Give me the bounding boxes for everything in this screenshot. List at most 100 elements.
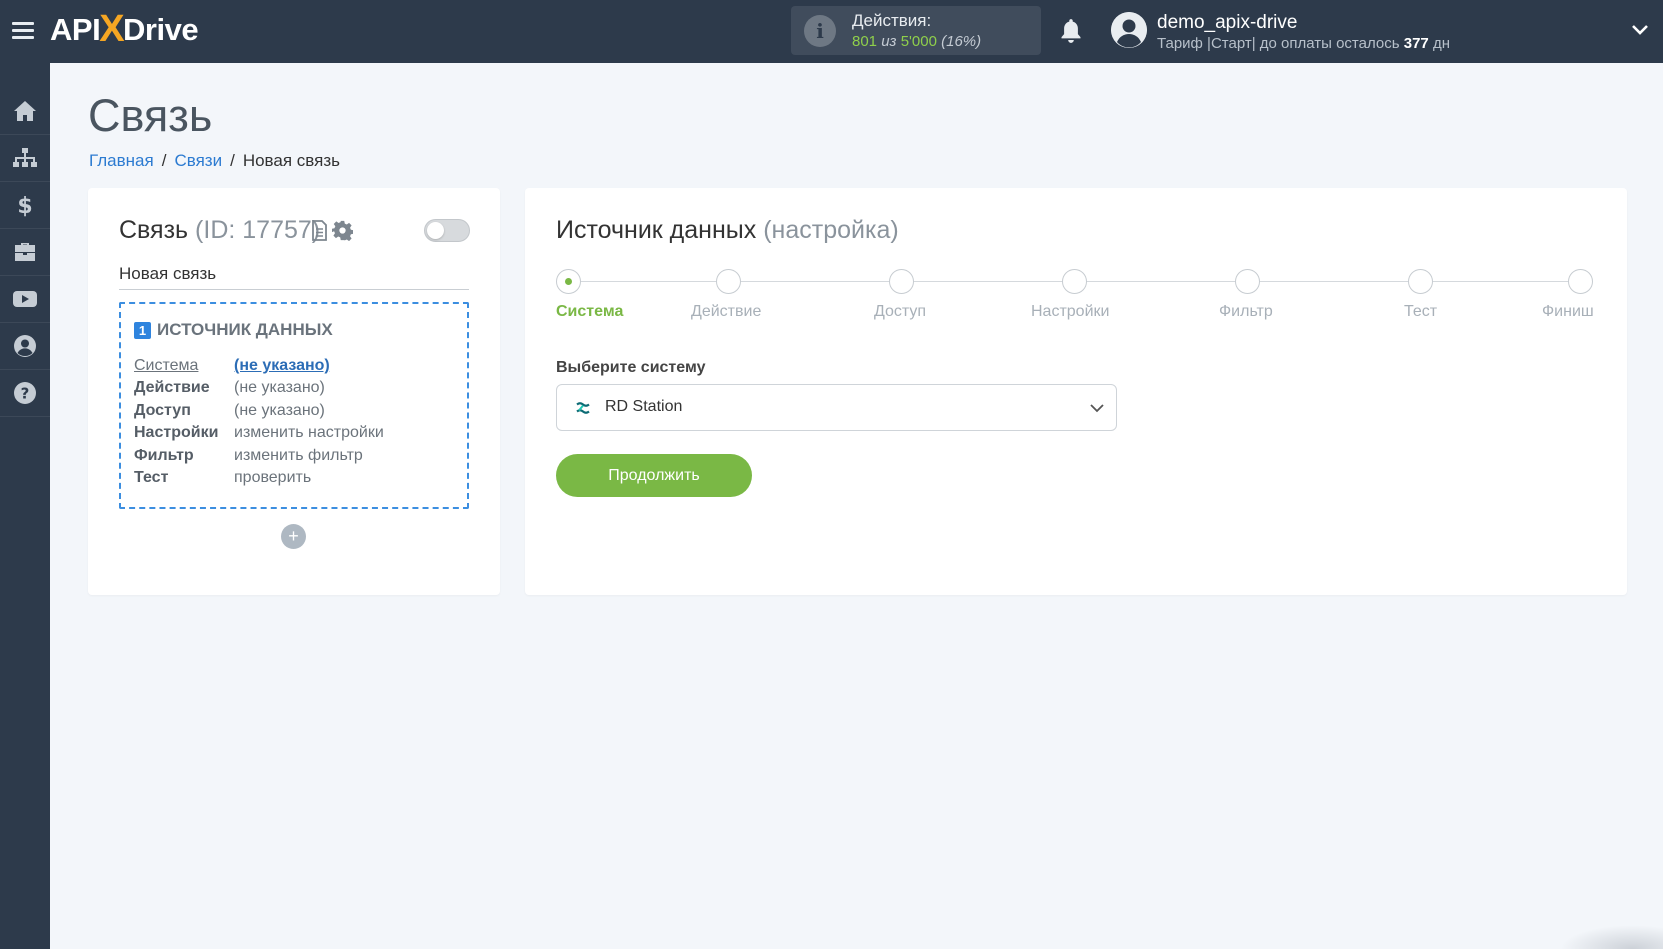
setup-stepper: Система Действие Доступ Настройки Фильтр… [556, 268, 1596, 328]
connection-id: (ID: 17757) [195, 216, 321, 244]
user-plan: Тариф |Старт| до оплаты осталось 377 дн [1157, 35, 1450, 52]
row-value: изменить настройки [234, 424, 384, 441]
sitemap-icon [13, 148, 37, 167]
step-label: Действие [691, 303, 762, 320]
step-dot [716, 269, 741, 294]
sidebar-item-connections[interactable] [0, 135, 50, 182]
source-setup-title-text: Источник данных [556, 216, 757, 244]
system-select[interactable]: RD Station [556, 384, 1117, 431]
sidebar-item-help[interactable]: ? [0, 370, 50, 417]
chevron-down-icon [1090, 404, 1104, 413]
row-value[interactable]: (не указано) [234, 357, 330, 375]
source-row-system: Система (не указано) [134, 357, 330, 375]
source-setup-subtitle: (настройка) [763, 216, 899, 244]
apixdrive-logo[interactable]: API X Drive [50, 7, 199, 50]
data-source-block[interactable]: 1 ИСТОЧНИК ДАННЫХ Система (не указано) Д… [119, 302, 469, 509]
hamburger-menu-icon[interactable] [12, 18, 36, 44]
logo-text-x: X [99, 7, 125, 50]
step-dot [556, 269, 581, 294]
sidebar-item-video[interactable] [0, 276, 50, 323]
page-title: Связь [88, 90, 213, 141]
home-icon [14, 101, 36, 121]
source-heading-text: ИСТОЧНИК ДАННЫХ [157, 320, 333, 339]
row-value: (не указано) [234, 379, 325, 396]
source-row-settings: Настройки изменить настройки [134, 424, 384, 442]
step-label: Тест [1404, 303, 1438, 320]
step-label: Финиш [1542, 303, 1594, 320]
chevron-down-icon[interactable] [1631, 23, 1649, 37]
step-label: Настройки [1031, 303, 1110, 320]
plan-suffix: дн [1432, 35, 1450, 52]
user-name[interactable]: demo_apix-drive [1157, 12, 1297, 34]
source-row-action: Действие (не указано) [134, 379, 325, 397]
actions-used: 801 [852, 33, 878, 50]
actions-counter[interactable]: i Действия: 801 из 5'000 (16%) [791, 6, 1041, 55]
actions-percent: (16%) [941, 33, 982, 50]
actions-limit: 5'000 [900, 33, 937, 50]
breadcrumb-home[interactable]: Главная [89, 151, 154, 171]
row-label: Фильтр [134, 447, 194, 464]
step-dot [1235, 269, 1260, 294]
actions-title: Действия: [852, 11, 932, 30]
sidebar-item-services[interactable] [0, 229, 50, 276]
plan-days: 377 [1403, 35, 1429, 52]
document-icon[interactable] [311, 220, 328, 241]
connection-name-field[interactable]: Новая связь [119, 262, 469, 290]
step-label: Доступ [874, 303, 927, 320]
corner-decoration [1560, 925, 1663, 949]
breadcrumb-separator: / [161, 151, 167, 170]
source-heading: 1 ИСТОЧНИК ДАННЫХ [134, 320, 333, 340]
row-label: Настройки [134, 424, 219, 441]
continue-button[interactable]: Продолжить [556, 454, 752, 497]
step-dot [889, 269, 914, 294]
gear-icon[interactable] [332, 220, 353, 241]
row-value: изменить фильтр [234, 447, 363, 464]
sidebar: $ ? [0, 63, 50, 949]
row-label: Действие [134, 379, 210, 396]
breadcrumb-current: Новая связь [242, 151, 340, 170]
connection-card: Связь (ID: 17757) Новая связь 1 ИСТОЧНИК… [88, 188, 500, 595]
logo-text-left: API [50, 12, 101, 47]
breadcrumb-separator: / [230, 151, 235, 170]
svg-text:$: $ [17, 194, 32, 217]
breadcrumb-connections[interactable]: Связи [174, 151, 222, 171]
rd-station-icon [576, 402, 590, 414]
user-avatar[interactable] [1111, 12, 1147, 48]
step-dot [1568, 269, 1593, 294]
connection-title-text: Связь [119, 216, 189, 244]
bell-icon[interactable] [1058, 17, 1084, 45]
dollar-icon: $ [17, 194, 32, 217]
sidebar-item-billing[interactable]: $ [0, 182, 50, 229]
row-value: (не указано) [234, 402, 325, 419]
select-system-label: Выберите систему [556, 359, 706, 376]
source-row-test: Тест проверить [134, 469, 311, 487]
row-label[interactable]: Система [134, 357, 234, 375]
step-number-badge: 1 [134, 321, 151, 339]
plan-prefix: Тариф |Старт| до оплаты осталось [1157, 35, 1400, 52]
help-icon: ? [14, 382, 36, 404]
step-label: Система [556, 303, 624, 320]
row-label: Тест [134, 469, 169, 486]
source-row-access: Доступ (не указано) [134, 402, 325, 420]
actions-count: 801 из 5'000 (16%) [852, 33, 981, 50]
add-block-button[interactable]: + [281, 524, 306, 549]
svg-text:?: ? [21, 385, 30, 403]
connection-enable-toggle[interactable] [424, 219, 470, 242]
step-dot [1408, 269, 1433, 294]
user-circle-icon [14, 335, 36, 357]
selected-system: RD Station [605, 398, 683, 415]
source-setup-title: Источник данных (настройка) [556, 216, 899, 245]
step-label: Фильтр [1219, 303, 1273, 320]
top-bar: API X Drive i Действия: 801 из 5'000 (16%)… [0, 0, 1663, 63]
breadcrumb: Главная / Связи / Новая связь [89, 151, 340, 171]
row-label: Доступ [134, 402, 191, 419]
row-value: проверить [234, 469, 312, 486]
sidebar-item-account[interactable] [0, 323, 50, 370]
youtube-icon [13, 291, 37, 307]
logo-text-right: Drive [123, 12, 199, 47]
step-dot [1062, 269, 1087, 294]
actions-of: из [881, 33, 897, 50]
sidebar-item-home[interactable] [0, 88, 50, 135]
connection-title: Связь (ID: 17757) [119, 216, 320, 245]
user-icon [1111, 12, 1147, 48]
